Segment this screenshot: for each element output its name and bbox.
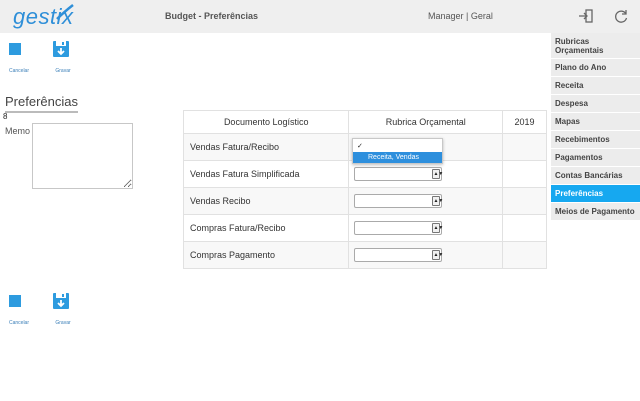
memo-textarea[interactable] xyxy=(32,123,133,189)
chevron-down-icon: ▲▼ xyxy=(432,196,444,206)
rubrica-select[interactable]: ▲▼ xyxy=(354,167,444,181)
save-icon xyxy=(53,293,69,309)
table-row: Compras Pagamento ▲▼ xyxy=(182,241,547,269)
year-cell xyxy=(502,241,547,269)
chevron-down-icon: ▲▼ xyxy=(432,169,444,179)
header-documento: Documento Logístico xyxy=(182,110,350,134)
top-bar: gestix Budget - Preferências Manager | G… xyxy=(0,0,640,33)
logout-icon[interactable] xyxy=(578,8,594,24)
save-button-top[interactable]: Gravar xyxy=(46,38,80,78)
sidebar-item-meios[interactable]: Meios de Pagamento xyxy=(551,203,640,221)
save-icon xyxy=(53,41,69,57)
cancel-button-top[interactable]: Cancelar xyxy=(2,38,36,78)
year-cell xyxy=(502,160,547,188)
sidebar-item-mapas[interactable]: Mapas xyxy=(551,113,640,131)
dropdown-option-empty[interactable]: ✓ xyxy=(353,141,442,152)
doc-cell: Vendas Fatura/Recibo xyxy=(182,133,350,161)
sidebar-menu: Rubricas Orçamentais Plano do Ano Receit… xyxy=(551,33,640,221)
header-rubrica: Rubrica Orçamental xyxy=(348,110,504,134)
sidebar-item-recebimentos[interactable]: Recebimentos xyxy=(551,131,640,149)
table-row: Compras Fatura/Recibo ▲▼ xyxy=(182,214,547,242)
save-button-bottom[interactable]: Gravar xyxy=(46,290,80,330)
header-year: 2019 xyxy=(502,110,547,134)
rubrica-select[interactable]: ▲▼ xyxy=(354,248,444,262)
preferences-table: Documento Logístico Rubrica Orçamental 2… xyxy=(182,110,547,269)
memo-label: Memo xyxy=(5,126,31,136)
rubrica-select[interactable]: ▲▼ xyxy=(354,221,444,235)
chevron-down-icon: ▲▼ xyxy=(432,223,444,233)
cancel-button-bottom[interactable]: Cancelar xyxy=(2,290,36,330)
rubrica-dropdown-list: ✓ Receita, Vendas xyxy=(352,138,443,164)
year-cell xyxy=(502,133,547,161)
rubrica-cell: ▲▼ xyxy=(348,241,504,269)
dropdown-option-receita-vendas[interactable]: Receita, Vendas xyxy=(353,152,442,163)
rubrica-select[interactable]: ▲▼ xyxy=(354,194,444,208)
doc-cell: Compras Pagamento xyxy=(182,241,350,269)
year-cell xyxy=(502,214,547,242)
cancel-label: Cancelar xyxy=(8,320,29,326)
section-title: Preferências xyxy=(5,94,78,109)
rubrica-cell: ▲▼ xyxy=(348,160,504,188)
user-label[interactable]: Manager | Geral xyxy=(428,11,493,21)
doc-cell: Vendas Fatura Simplificada xyxy=(182,160,350,188)
stop-icon xyxy=(9,295,21,307)
sidebar-item-receita[interactable]: Receita xyxy=(551,77,640,95)
table-row: Vendas Recibo ▲▼ xyxy=(182,187,547,215)
rubrica-cell: ▲▼ xyxy=(348,214,504,242)
doc-cell: Vendas Recibo xyxy=(182,187,350,215)
table-row: Vendas Fatura Simplificada ▲▼ xyxy=(182,160,547,188)
save-label: Gravar xyxy=(55,320,71,326)
sidebar-item-contas[interactable]: Contas Bancárias xyxy=(551,167,640,185)
stop-icon xyxy=(9,43,21,55)
sidebar-item-plano[interactable]: Plano do Ano xyxy=(551,59,640,77)
refresh-icon[interactable] xyxy=(613,8,629,24)
sidebar-item-preferencias[interactable]: Preferências xyxy=(551,185,640,203)
doc-cell: Compras Fatura/Recibo xyxy=(182,214,350,242)
sidebar-item-despesa[interactable]: Despesa xyxy=(551,95,640,113)
save-label: Gravar xyxy=(55,68,71,74)
year-cell xyxy=(502,187,547,215)
logo-swoosh-icon xyxy=(56,4,74,20)
sidebar-item-pagamentos[interactable]: Pagamentos xyxy=(551,149,640,167)
sidebar-item-rubricas[interactable]: Rubricas Orçamentais xyxy=(551,33,640,59)
table-header-row: Documento Logístico Rubrica Orçamental 2… xyxy=(182,110,547,134)
chevron-down-icon: ▲▼ xyxy=(432,250,444,260)
rubrica-cell: ▲▼ xyxy=(348,187,504,215)
section-underline xyxy=(5,111,78,113)
page-title: Budget - Preferências xyxy=(165,11,259,21)
record-count: 8 xyxy=(3,112,8,121)
cancel-label: Cancelar xyxy=(8,68,29,74)
